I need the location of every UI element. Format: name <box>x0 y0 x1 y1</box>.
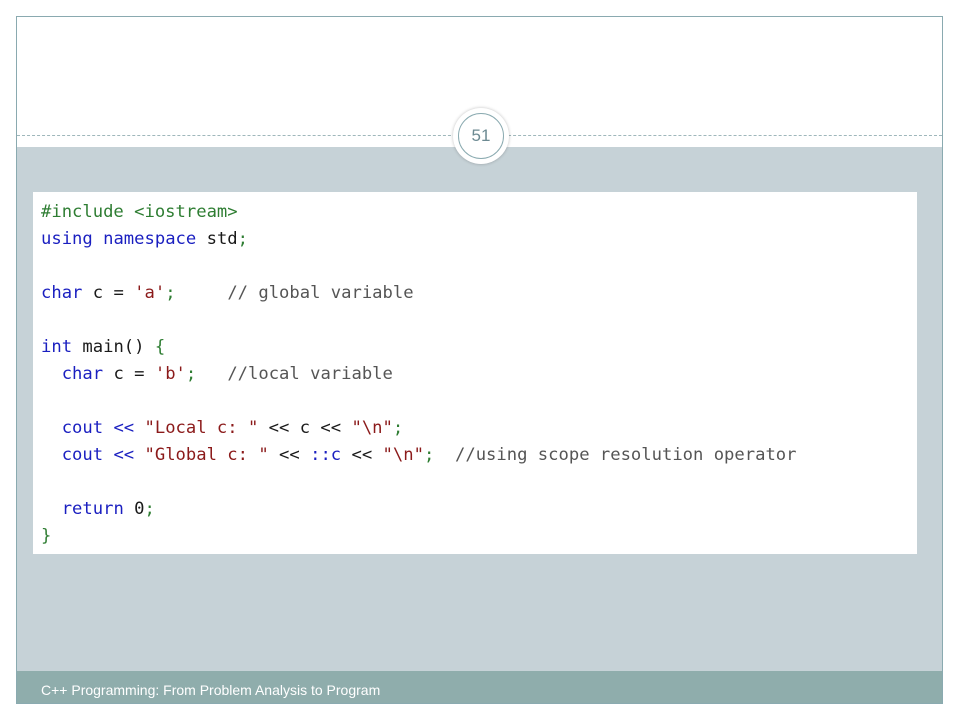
code-line-10: cout << "Global c: " << ::c << "\n"; //u… <box>41 442 917 469</box>
code-line-2: using namespace std; <box>41 226 917 253</box>
code-token: 'a' <box>134 283 166 303</box>
footer-text: C++ Programming: From Problem Analysis t… <box>41 682 381 703</box>
code-token: <iostream> <box>134 202 238 222</box>
code-token: return <box>61 499 124 519</box>
code-comment: //local variable <box>227 364 393 384</box>
code-token: namespace <box>103 229 197 249</box>
code-token: ; <box>144 499 155 519</box>
code-token: #include <box>41 202 135 222</box>
code-token: c = <box>82 283 135 303</box>
code-token: ; <box>423 445 435 465</box>
code-token: } <box>41 526 52 546</box>
code-token: "\n" <box>382 445 424 465</box>
code-line-6: int main() { <box>41 334 917 361</box>
slide: 51 #include <iostream> using namespace s… <box>16 16 943 704</box>
code-token: ; <box>237 229 249 249</box>
code-token: ; <box>165 283 176 303</box>
code-token: << <box>341 445 383 465</box>
code-token: ; <box>392 418 404 438</box>
code-line-7: char c = 'b'; //local variable <box>41 361 917 388</box>
code-token: "Global c: " <box>144 445 269 465</box>
code-line-12: return 0; <box>41 496 917 523</box>
code-token: ; <box>185 364 197 384</box>
page-number: 51 <box>458 113 504 159</box>
code-token: char <box>41 283 83 303</box>
code-token: using <box>41 229 93 249</box>
footer-bar: C++ Programming: From Problem Analysis t… <box>17 671 942 703</box>
code-token: c = <box>103 364 155 384</box>
code-line-4: char c = 'a'; // global variable <box>41 280 917 307</box>
code-comment: //using scope resolution operator <box>455 445 797 465</box>
code-token: 0 <box>134 499 145 519</box>
code-token: 'b' <box>154 364 186 384</box>
code-token: cout << <box>61 418 145 438</box>
code-token: char <box>61 364 104 384</box>
code-token: { <box>154 337 166 357</box>
code-token: ::c <box>310 445 342 465</box>
code-token: << <box>268 445 311 465</box>
code-line-13: } <box>41 523 917 550</box>
code-token: main() <box>72 337 155 357</box>
code-token: "Local c: " <box>144 418 259 438</box>
code-line-9: cout << "Local c: " << c << "\n"; <box>41 415 917 442</box>
code-token: int <box>41 337 73 357</box>
code-token: << c << <box>258 418 352 438</box>
code-comment: // global variable <box>227 283 414 303</box>
code-block: #include <iostream> using namespace std;… <box>33 192 917 554</box>
code-token: cout << <box>61 445 145 465</box>
code-line-1: #include <iostream> <box>41 199 917 226</box>
code-token: std <box>206 229 238 249</box>
code-token: "\n" <box>351 418 393 438</box>
page-number-badge: 51 <box>453 108 509 164</box>
